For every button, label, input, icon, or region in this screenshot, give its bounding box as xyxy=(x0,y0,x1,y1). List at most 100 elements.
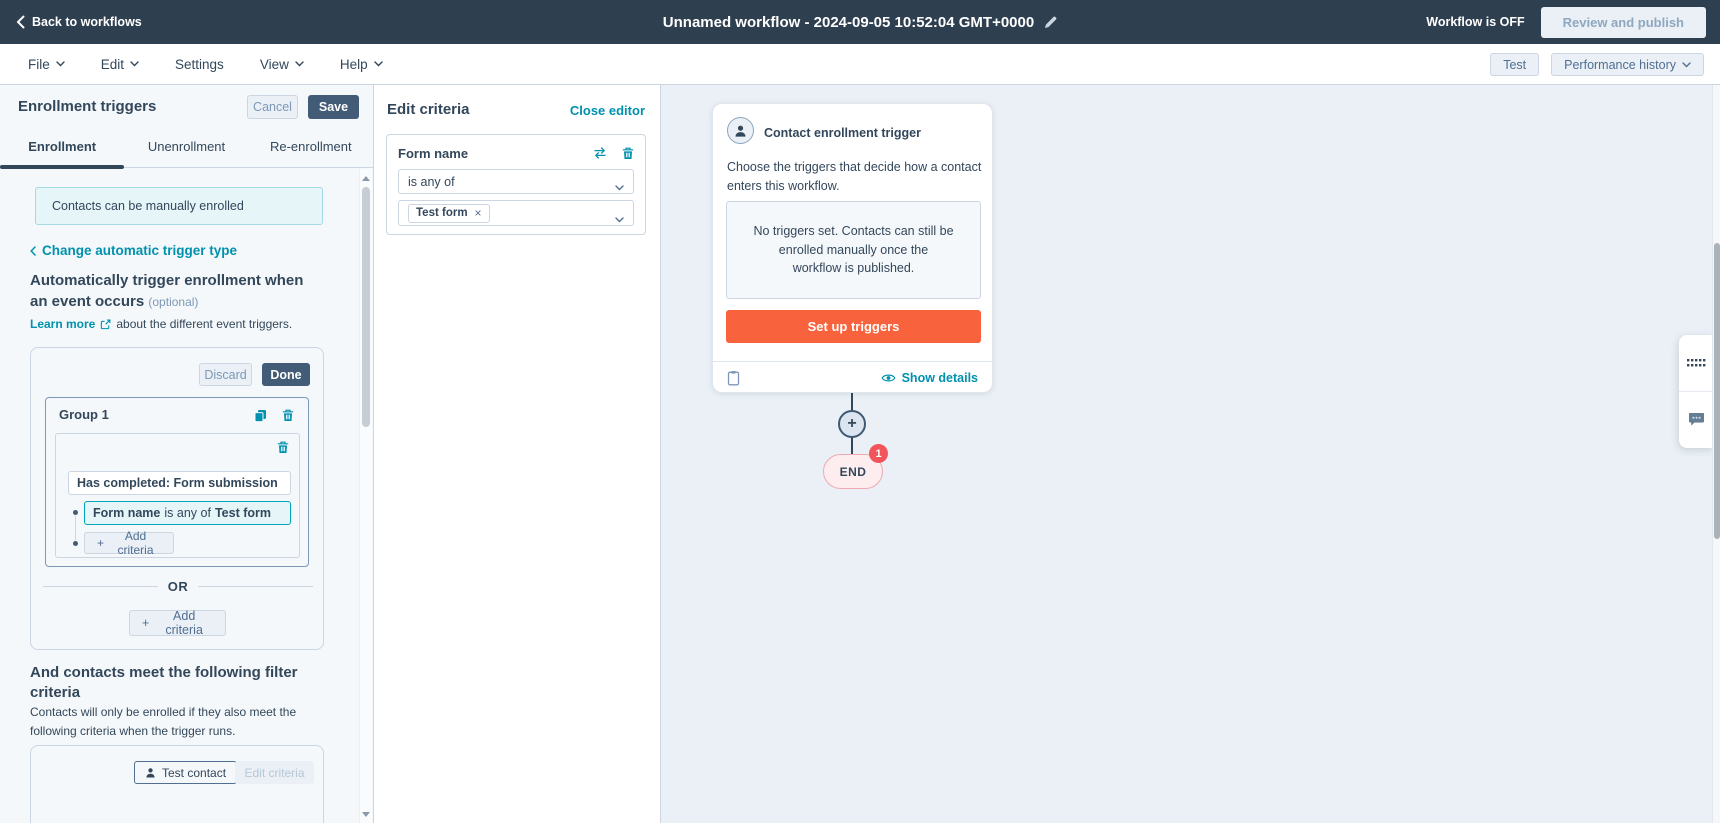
test-button[interactable]: Test xyxy=(1490,53,1539,76)
operator-value: is any of xyxy=(408,175,455,189)
end-label: END xyxy=(840,465,867,479)
show-details-link[interactable]: Show details xyxy=(881,371,978,385)
top-navbar: Back to workflows Unnamed workflow - 202… xyxy=(0,0,1720,44)
learn-more-link[interactable]: Learn more xyxy=(30,317,95,331)
test-contact-button[interactable]: Test contact xyxy=(134,761,237,784)
auto-trigger-heading: Automatically trigger enrollment when an… xyxy=(30,271,324,312)
group-title: Group 1 xyxy=(59,407,109,422)
value-multiselect[interactable]: Test form × xyxy=(398,200,634,226)
external-link-icon xyxy=(100,319,111,330)
menubar-right-group: Test Performance history xyxy=(1490,44,1704,85)
criterion-bullet xyxy=(73,510,78,515)
menu-help[interactable]: Help xyxy=(340,57,383,72)
add-criteria-group-button[interactable]: + Add criteria xyxy=(129,610,226,636)
operator-select[interactable]: is any of xyxy=(398,169,634,194)
scroll-down-arrow[interactable] xyxy=(360,807,372,821)
canvas-scrollbar[interactable] xyxy=(1712,85,1720,823)
menu-file[interactable]: File xyxy=(28,57,65,72)
group-1-box: Group 1 Has completed: Form submission xyxy=(45,397,309,567)
no-triggers-message: No triggers set. Contacts can still be e… xyxy=(726,201,981,299)
filter-criteria-card: Test contact Edit criteria xyxy=(30,745,324,823)
manual-enrollment-info: Contacts can be manually enrolled xyxy=(35,187,323,225)
cancel-button[interactable]: Cancel xyxy=(247,95,298,119)
criterion-property: Form name xyxy=(93,506,160,520)
clone-group-icon[interactable] xyxy=(252,407,268,423)
contact-avatar xyxy=(727,117,754,144)
performance-history-label: Performance history xyxy=(1564,58,1676,72)
test-contact-label: Test contact xyxy=(162,766,226,780)
chevron-down-icon xyxy=(615,180,624,194)
remove-tag-icon[interactable]: × xyxy=(475,206,482,220)
review-and-publish-button[interactable]: Review and publish xyxy=(1541,7,1706,38)
clipboard-icon[interactable] xyxy=(727,370,740,386)
save-button[interactable]: Save xyxy=(308,95,359,119)
left-chevron-icon xyxy=(30,246,36,256)
learn-more-rest: about the different event triggers. xyxy=(116,317,292,331)
edit-criteria-button-disabled[interactable]: Edit criteria xyxy=(235,761,314,784)
discard-button[interactable]: Discard xyxy=(199,363,252,386)
comments-button[interactable] xyxy=(1679,391,1713,447)
chevron-down-icon xyxy=(130,61,139,67)
trigger-event-label: Has completed: Form submission xyxy=(77,476,278,490)
chevron-down-icon xyxy=(56,61,65,67)
menu-view[interactable]: View xyxy=(260,57,304,72)
contact-enrollment-trigger-card[interactable]: Contact enrollment trigger Choose the tr… xyxy=(712,103,993,393)
tab-re-enrollment[interactable]: Re-enrollment xyxy=(249,126,373,167)
plus-icon: + xyxy=(847,415,856,433)
workflow-canvas: Contact enrollment trigger Choose the tr… xyxy=(661,85,1712,823)
learn-more-row: Learn more about the different event tri… xyxy=(30,317,292,331)
filter-criteria-heading: And contacts meet the following filter c… xyxy=(30,663,312,704)
show-details-label: Show details xyxy=(902,371,978,385)
menu-settings[interactable]: Settings xyxy=(175,57,224,72)
back-to-workflows-link[interactable]: Back to workflows xyxy=(16,0,142,44)
eye-icon xyxy=(881,373,896,383)
back-chevron-icon xyxy=(16,15,25,29)
optional-label: (optional) xyxy=(148,295,198,309)
enrollment-triggers-panel: Enrollment triggers Cancel Save Enrollme… xyxy=(0,85,374,823)
close-editor-link[interactable]: Close editor xyxy=(570,103,645,118)
change-trigger-type-link[interactable]: Change automatic trigger type xyxy=(30,243,237,258)
menu-settings-label: Settings xyxy=(175,57,224,72)
chevron-down-icon xyxy=(295,61,304,67)
selected-criterion-box[interactable]: Form name is any of Test form xyxy=(84,501,291,525)
left-panel-scrollbar[interactable] xyxy=(359,169,372,823)
trigger-event-box[interactable]: Has completed: Form submission xyxy=(68,471,291,495)
change-trigger-type-label: Change automatic trigger type xyxy=(42,243,237,258)
property-actions xyxy=(593,147,634,160)
workflow-title-text: Unnamed workflow - 2024-09-05 10:52:04 G… xyxy=(663,14,1034,31)
topbar-right-group: Workflow is OFF Review and publish xyxy=(1426,0,1706,44)
add-criteria-button[interactable]: + Add criteria xyxy=(84,532,174,554)
editor-menubar: File Edit Settings View Help Test Perf xyxy=(0,44,1720,85)
scroll-up-arrow[interactable] xyxy=(360,171,372,185)
left-panel-scroll-thumb[interactable] xyxy=(362,187,370,427)
edit-criteria-panel: Edit criteria Close editor Form name is … xyxy=(374,85,661,823)
delete-criterion-icon[interactable] xyxy=(622,147,634,160)
person-icon xyxy=(734,124,747,138)
plus-icon: + xyxy=(97,536,104,550)
done-button[interactable]: Done xyxy=(262,363,310,386)
change-property-icon[interactable] xyxy=(593,147,607,159)
menu-help-label: Help xyxy=(340,57,368,72)
divider-line xyxy=(198,586,313,587)
edit-title-pencil-icon[interactable] xyxy=(1044,16,1057,29)
comment-icon xyxy=(1688,412,1705,427)
divider-line xyxy=(43,586,158,587)
back-label: Back to workflows xyxy=(32,15,142,29)
canvas-scroll-thumb[interactable] xyxy=(1714,243,1720,539)
or-label: OR xyxy=(168,579,189,594)
set-up-triggers-button[interactable]: Set up triggers xyxy=(726,310,981,343)
grid-dots-icon xyxy=(1687,359,1706,368)
tab-enrollment[interactable]: Enrollment xyxy=(0,126,124,167)
menu-edit[interactable]: Edit xyxy=(101,57,139,72)
minimap-button[interactable] xyxy=(1679,335,1713,391)
delete-group-icon[interactable] xyxy=(280,407,296,423)
plus-icon: + xyxy=(142,616,149,630)
enrollment-tabs: Enrollment Unenrollment Re-enrollment xyxy=(0,126,373,168)
performance-history-button[interactable]: Performance history xyxy=(1551,53,1704,76)
tab-unenrollment[interactable]: Unenrollment xyxy=(124,126,248,167)
add-step-button[interactable]: + xyxy=(838,410,866,438)
delete-trigger-icon[interactable] xyxy=(275,439,291,455)
canvas-tools-panel xyxy=(1679,335,1713,448)
contact-icon xyxy=(145,767,156,779)
no-triggers-text: No triggers set. Contacts can still be e… xyxy=(753,222,954,278)
